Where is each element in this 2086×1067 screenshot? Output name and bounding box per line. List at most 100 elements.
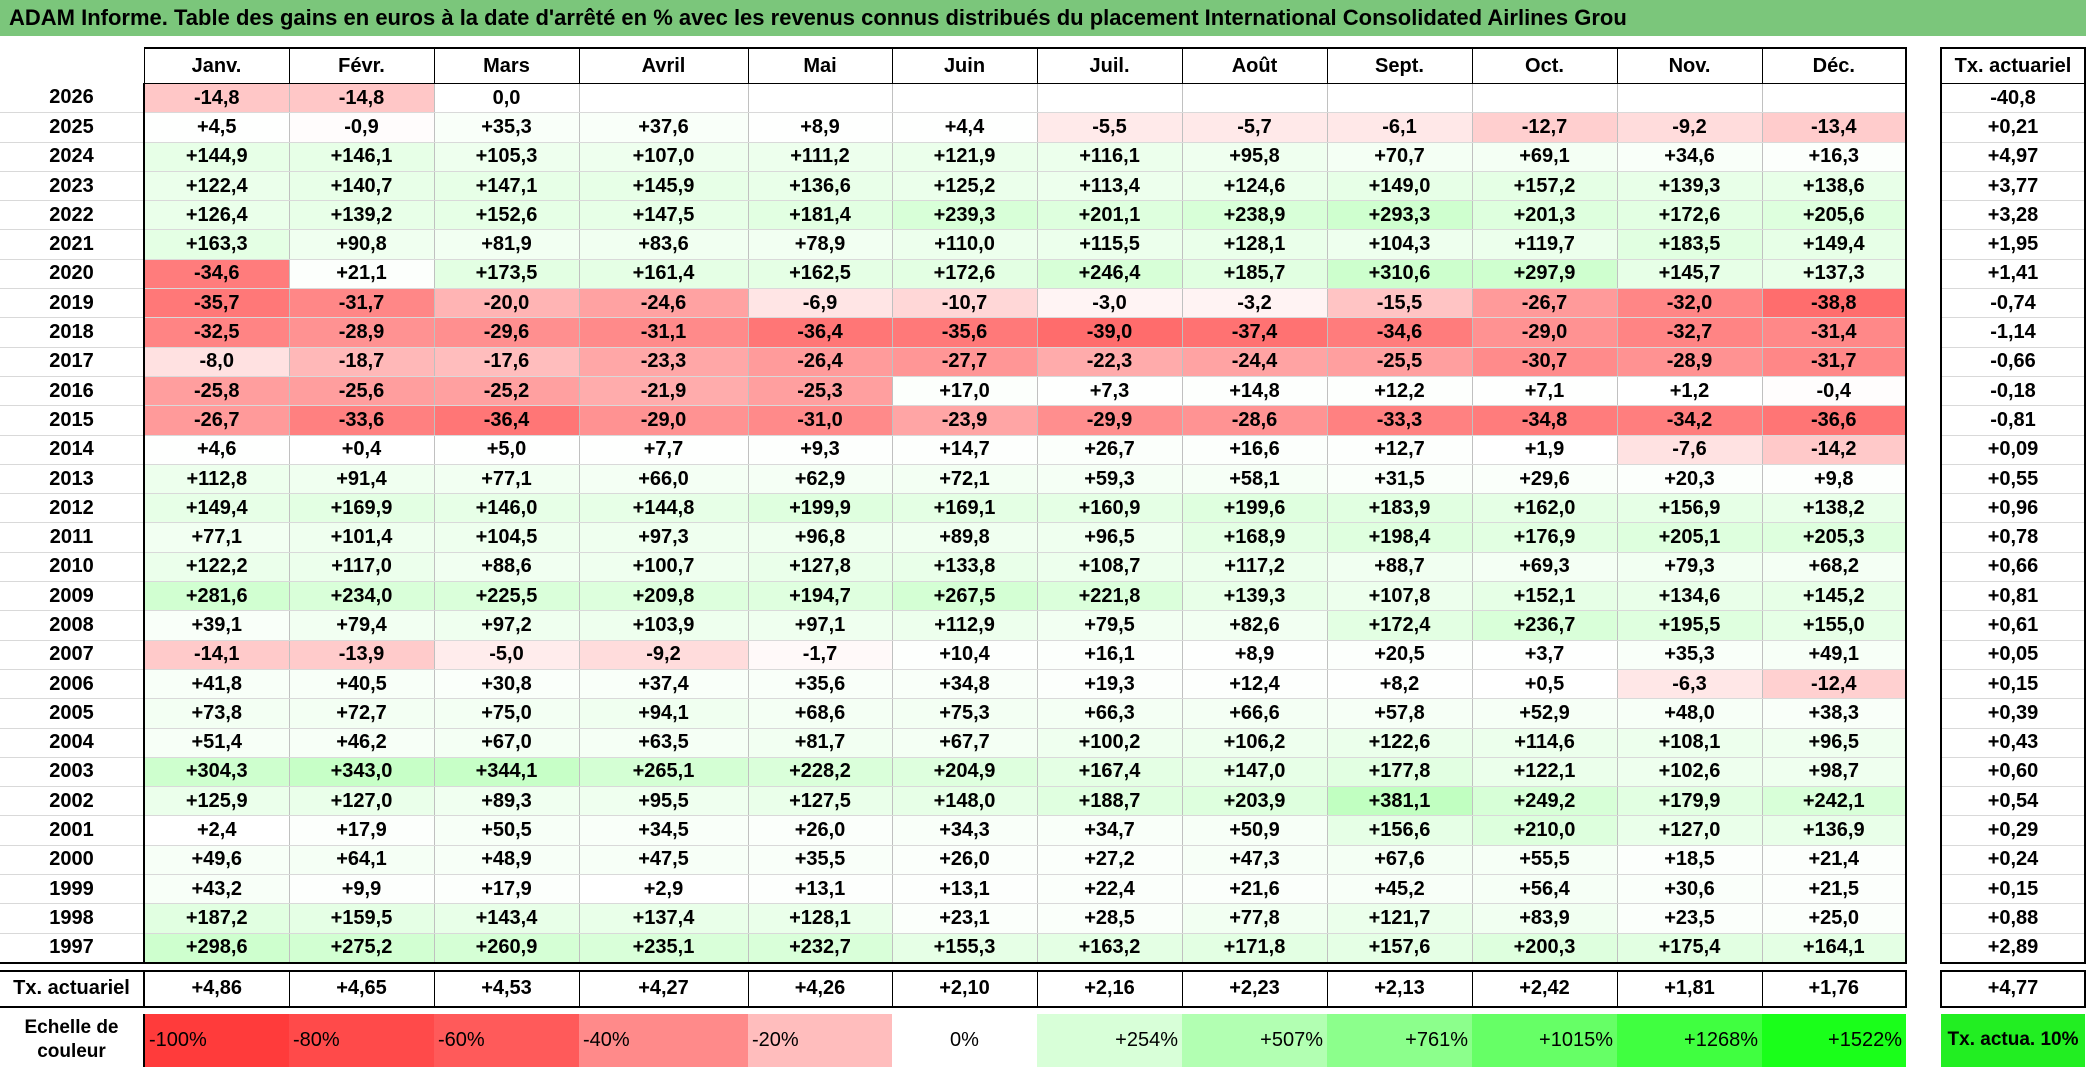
- gain-cell: +35,6: [747, 669, 892, 700]
- gain-cell: +169,1: [891, 493, 1037, 524]
- year-row: 2009 +281,6 +234,0 +225,5 +209,8 +194,7 +267,5…: [0, 581, 1907, 612]
- gain-cell: +199,9: [747, 493, 892, 524]
- gain-cell: +139,2: [288, 200, 434, 231]
- gain-cell: -6,3: [1616, 669, 1762, 700]
- gain-cell: +195,5: [1616, 610, 1762, 641]
- gain-cell: +34,5: [578, 815, 748, 846]
- gain-cell: +107,0: [578, 142, 748, 172]
- gain-cell: +81,9: [433, 229, 579, 260]
- gain-cell: +23,1: [891, 903, 1037, 934]
- actuarial-value: -0,74: [1940, 288, 2086, 319]
- actuarial-row: +1,41: [1940, 259, 2086, 290]
- gain-cell: +12,2: [1326, 376, 1472, 407]
- gain-cell: +68,2: [1761, 552, 1907, 583]
- year-row: 2019 -35,7 -31,7 -20,0 -24,6 -6,9 -10,7 -3,0 -3,…: [0, 288, 1907, 319]
- gain-cell: +4,6: [143, 435, 289, 465]
- year-label: 2007: [0, 640, 145, 670]
- gain-cell: +70,7: [1326, 142, 1472, 172]
- gain-cell: +111,2: [747, 142, 892, 172]
- gain-cell: +35,5: [747, 845, 892, 876]
- gain-cell: +21,5: [1761, 874, 1907, 905]
- actuarial-row-label: Tx. actuariel: [0, 969, 145, 1008]
- color-scale-row: Echelle de couleur -100% -80% -60% -40% -20% 0…: [0, 1013, 1906, 1067]
- gain-cell: -36,6: [1761, 405, 1907, 436]
- gain-cell: +21,6: [1181, 874, 1327, 905]
- gain-cell: +381,1: [1326, 786, 1472, 817]
- actuarial-value: +0,54: [1940, 786, 2086, 817]
- gain-cell: +146,0: [433, 493, 579, 524]
- year-row: 2025 +4,5 -0,9 +35,3 +37,6 +8,9 +4,4 -5,5 -5,7 -6…: [0, 112, 1907, 143]
- actuarial-row: -0,66: [1940, 347, 2086, 377]
- year-label: 2012: [0, 493, 145, 524]
- gain-cell: +188,7: [1036, 786, 1182, 817]
- actuarial-value: -0,18: [1940, 376, 2086, 407]
- gain-cell: -32,0: [1616, 288, 1762, 319]
- gain-cell: +205,3: [1761, 522, 1907, 553]
- gain-cell: -31,4: [1761, 317, 1907, 348]
- gain-cell: +34,7: [1036, 815, 1182, 846]
- gain-cell: +4,4: [891, 112, 1037, 143]
- gain-cell: +163,3: [143, 229, 289, 260]
- gain-cell: +83,6: [578, 229, 748, 260]
- actuarial-header: Tx. actuariel: [1940, 47, 2086, 84]
- gain-cell: +58,1: [1181, 464, 1327, 495]
- gain-cell: +56,4: [1471, 874, 1617, 905]
- gain-cell: +343,0: [288, 757, 434, 788]
- gain-cell: +144,8: [578, 493, 748, 524]
- gain-cell: -37,4: [1181, 317, 1327, 348]
- actuarial-value: +0,60: [1940, 757, 2086, 788]
- gain-cell: +66,3: [1036, 698, 1182, 729]
- gain-cell: -28,9: [1616, 347, 1762, 377]
- gain-cell: +203,9: [1181, 786, 1327, 817]
- gain-cell: +7,7: [578, 435, 748, 465]
- color-scale-swatch: +1522%: [1762, 1013, 1906, 1067]
- gain-cell: +149,4: [143, 493, 289, 524]
- gain-cell: -14,8: [143, 83, 289, 114]
- gain-cell: +72,7: [288, 698, 434, 729]
- gain-cell: +20,5: [1326, 640, 1472, 670]
- year-label: 2023: [0, 171, 145, 202]
- year-label: 2004: [0, 728, 145, 758]
- gain-cell: +9,8: [1761, 464, 1907, 495]
- gain-cell: +29,6: [1471, 464, 1617, 495]
- actuarial-value: -1,14: [1940, 317, 2086, 348]
- gain-cell: +112,8: [143, 464, 289, 495]
- year-row: 2011 +77,1 +101,4 +104,5 +97,3 +96,8 +89,8 +96,…: [0, 522, 1907, 553]
- color-scale-swatch: +254%: [1037, 1013, 1182, 1067]
- gain-cell: +234,0: [288, 581, 434, 612]
- gain-cell: +134,6: [1616, 581, 1762, 612]
- gain-cell: +97,3: [578, 522, 748, 553]
- gain-cell: +160,9: [1036, 493, 1182, 524]
- year-row: 2020 -34,6 +21,1 +173,5 +161,4 +162,5 +172,6 +2…: [0, 259, 1907, 290]
- year-label: 2006: [0, 669, 145, 700]
- gain-cell: +98,7: [1761, 757, 1907, 788]
- actuarial-row: +0,54: [1940, 786, 2086, 817]
- gain-cell: +4,5: [143, 112, 289, 143]
- gain-cell: +127,5: [747, 786, 892, 817]
- gain-cell: -35,7: [143, 288, 289, 319]
- actuarial-row: +4,97: [1940, 142, 2086, 172]
- gain-cell: -13,9: [288, 640, 434, 670]
- gain-cell: +102,6: [1616, 757, 1762, 788]
- gain-cell: +43,2: [143, 874, 289, 905]
- gain-cell: +122,6: [1326, 728, 1472, 758]
- gain-cell: +179,9: [1616, 786, 1762, 817]
- gain-cell: [1761, 83, 1907, 114]
- year-label: 1999: [0, 874, 145, 905]
- gain-cell: -26,4: [747, 347, 892, 377]
- actuarial-row: +0,05: [1940, 640, 2086, 670]
- gain-cell: +9,3: [747, 435, 892, 465]
- actuarial-value: +0,81: [1940, 581, 2086, 612]
- actuarial-value: +0,21: [1940, 112, 2086, 143]
- gain-cell: [1181, 83, 1327, 114]
- gain-cell: -25,5: [1326, 347, 1472, 377]
- gain-cell: +293,3: [1326, 200, 1472, 231]
- gain-cell: +145,9: [578, 171, 748, 202]
- actuarial-value: +0,78: [1940, 522, 2086, 553]
- gain-cell: +94,1: [578, 698, 748, 729]
- color-scale-label: Echelle de couleur: [0, 1013, 145, 1067]
- actuarial-row: +0,15: [1940, 669, 2086, 700]
- gain-cell: +171,8: [1181, 933, 1327, 964]
- gain-cell: +205,6: [1761, 200, 1907, 231]
- actuarial-month-value: +4,53: [433, 969, 579, 1008]
